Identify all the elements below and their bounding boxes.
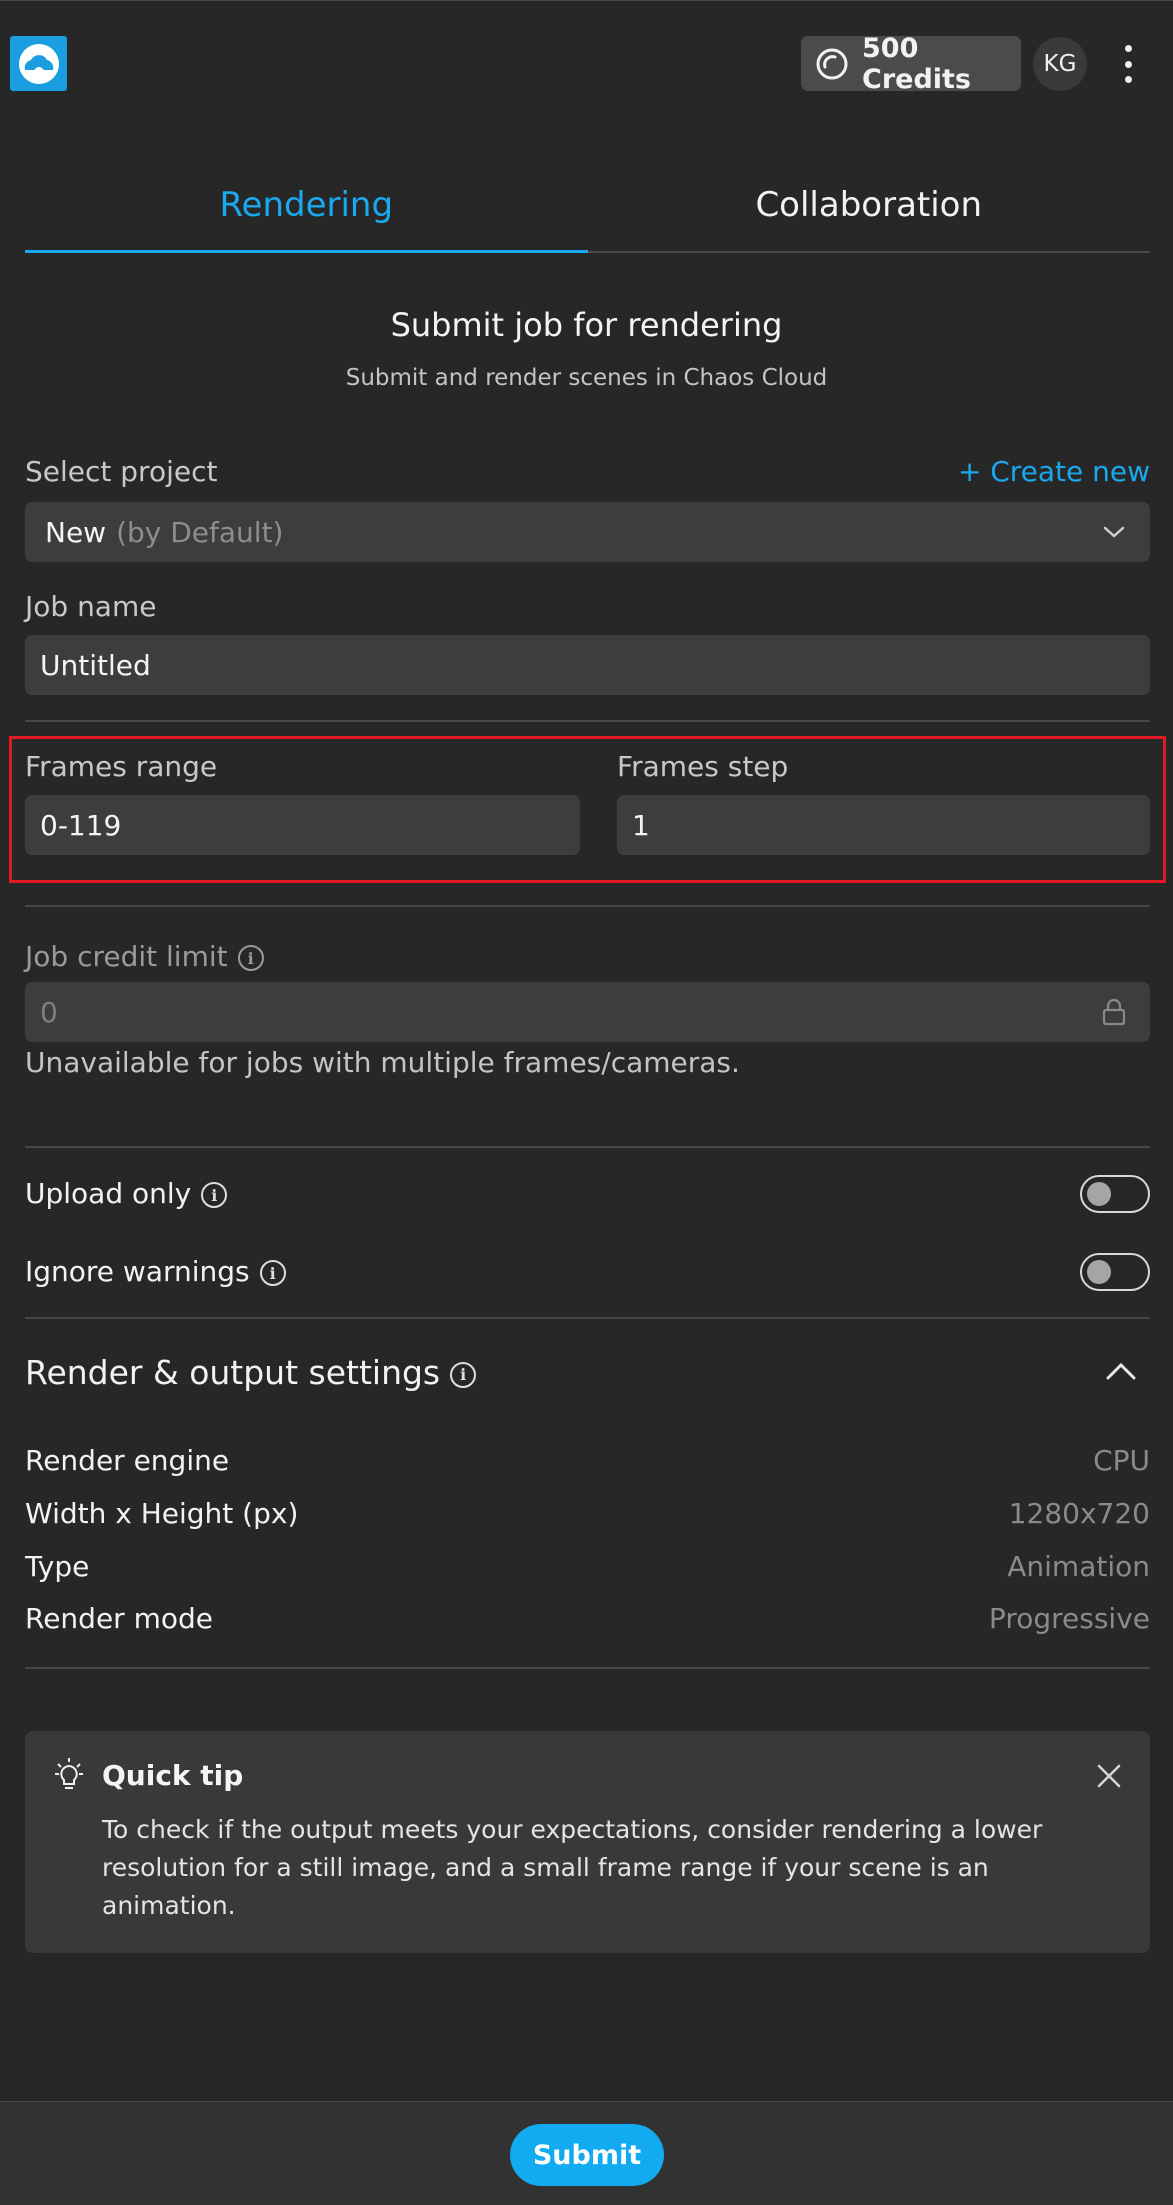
job-credit-limit-row: Job credit limit i [25,940,264,973]
divider [25,720,1150,722]
project-selected-suffix: (by Default) [116,515,284,549]
tab-rendering[interactable]: Rendering [25,165,588,253]
submit-button[interactable]: Submit [510,2124,664,2186]
job-credit-limit-value: 0 [40,995,58,1029]
quick-tip-title: Quick tip [102,1759,244,1792]
tab-collaboration[interactable]: Collaboration [588,165,1151,251]
type-label: Type [25,1550,90,1583]
page-subtitle: Submit and render scenes in Chaos Cloud [345,365,828,391]
divider [25,1146,1150,1148]
quick-tip-card: Quick tip To check if the output meets y… [25,1731,1150,1953]
credits-label: 500 Credits [862,32,972,95]
lock-icon [1100,998,1128,1026]
frames-step-label: Frames step [617,750,789,783]
resolution-value: 1280x720 [1008,1497,1150,1530]
ignore-warnings-row: Ignore warnings i [25,1255,286,1288]
app-header: 500 Credits KG [0,0,1173,125]
render-settings-title: Render & output settings [25,1353,441,1392]
type-value: Animation [1007,1550,1150,1583]
ignore-warnings-label: Ignore warnings [25,1255,250,1288]
frames-range-input[interactable]: 0-119 [25,795,580,855]
info-icon[interactable]: i [450,1361,477,1388]
upload-only-toggle[interactable] [1080,1175,1150,1213]
quick-tip-body: To check if the output meets your expect… [102,1815,1043,1920]
resolution-label: Width x Height (px) [25,1497,299,1530]
info-icon[interactable]: i [201,1182,228,1208]
divider [25,1667,1150,1669]
job-name-label: Job name [25,590,157,623]
credits-icon [815,46,849,82]
chevron-up-icon[interactable] [1104,1360,1138,1382]
upload-only-row: Upload only i [25,1177,228,1210]
avatar[interactable]: KG [1033,37,1087,91]
upload-only-label: Upload only [25,1177,192,1210]
more-vertical-icon[interactable] [1113,41,1143,87]
divider [25,905,1150,907]
chevron-down-icon [1100,518,1128,546]
render-engine-value: CPU [1093,1444,1150,1477]
job-name-input[interactable]: Untitled [25,635,1150,695]
render-settings-header[interactable]: Render & output settings i [25,1353,477,1392]
job-credit-limit-label: Job credit limit [25,940,228,973]
credit-limit-note: Unavailable for jobs with multiple frame… [25,1046,740,1079]
frames-step-input[interactable]: 1 [617,795,1150,855]
close-icon[interactable] [1094,1761,1124,1791]
divider [25,1317,1150,1319]
render-mode-label: Render mode [25,1602,213,1635]
render-mode-value: Progressive [988,1602,1150,1635]
info-icon[interactable]: i [259,1260,286,1286]
project-selected-value: New [45,515,107,549]
create-new-link[interactable]: + Create new [958,455,1150,488]
render-engine-label: Render engine [25,1444,230,1477]
frames-range-label: Frames range [25,750,218,783]
page-title: Submit job for rendering [390,306,783,344]
project-select[interactable]: New (by Default) [25,502,1150,562]
lightbulb-icon [50,1757,88,1795]
job-credit-limit-input[interactable]: 0 [25,982,1150,1042]
ignore-warnings-toggle[interactable] [1080,1253,1150,1291]
footer-bar: Submit [0,2101,1173,2205]
select-project-label: Select project [25,455,218,488]
cloud-logo-icon[interactable] [10,36,67,91]
tab-bar: Rendering Collaboration [25,165,1150,253]
credits-button[interactable]: 500 Credits [801,33,1021,95]
info-icon[interactable]: i [237,945,264,971]
